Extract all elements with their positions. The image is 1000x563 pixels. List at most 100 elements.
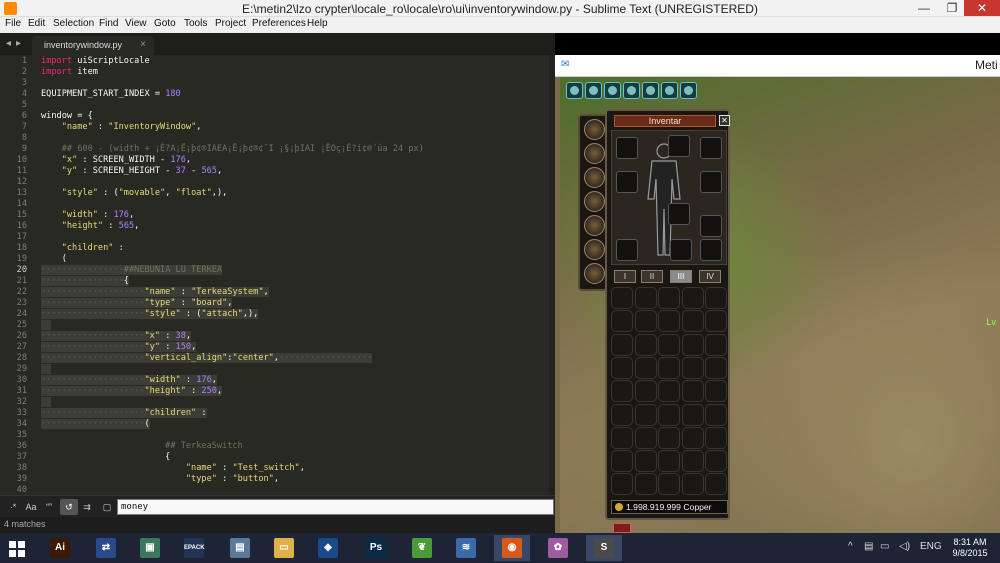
inventory-close-button[interactable]: ✕ (719, 115, 730, 126)
code-line[interactable]: ····················( (41, 419, 150, 430)
equip-slot[interactable] (670, 239, 692, 261)
inventory-slot[interactable] (705, 287, 727, 309)
menu-tools[interactable]: Tools (184, 18, 207, 29)
code-line[interactable]: ····················"style" : ("attach",… (41, 309, 259, 320)
code-line[interactable]: ····················"x" : 38, (41, 331, 192, 342)
inventory-slot[interactable] (705, 473, 727, 496)
taskbar-virtualbox[interactable]: ◈ (310, 535, 346, 561)
taskbar-firefox[interactable]: ◉ (494, 535, 530, 561)
code-line[interactable]: ····················"vertical_align":"ce… (41, 353, 373, 364)
skill-slot-icon[interactable] (661, 82, 678, 99)
menu-project[interactable]: Project (215, 18, 246, 29)
inventory-slot[interactable] (634, 473, 657, 496)
inventory-window[interactable]: Inventar ✕ I II III IV 1.998.919.999 Cop… (605, 109, 730, 520)
inventory-slot[interactable] (705, 310, 727, 333)
windows-start-icon[interactable] (9, 541, 25, 557)
skill-slot-icon[interactable] (623, 82, 640, 99)
inventory-slot[interactable] (681, 473, 704, 496)
inventory-slot[interactable] (634, 426, 657, 449)
taskbar-photoshop[interactable]: Ps (358, 535, 394, 561)
inventory-page-4[interactable]: IV (699, 270, 721, 283)
bag-icon[interactable] (584, 239, 605, 260)
inventory-slot[interactable] (611, 450, 633, 473)
code-line[interactable]: "name" : "InventoryWindow", (41, 122, 202, 133)
code-line[interactable] (41, 320, 52, 331)
case-sensitive-toggle[interactable]: Aa (22, 499, 40, 515)
inventory-slot[interactable] (681, 380, 704, 403)
code-line[interactable]: ····················"type" : "board", (41, 298, 233, 309)
taskbar-illustrator[interactable]: Ai (42, 535, 78, 561)
inventory-slot[interactable] (705, 426, 727, 449)
inventory-slot[interactable] (705, 356, 727, 379)
inventory-slot[interactable] (658, 287, 680, 309)
menu-help[interactable]: Help (307, 18, 328, 29)
inventory-slot[interactable] (658, 403, 680, 426)
equip-slot-special[interactable] (700, 239, 722, 261)
tab-nav-back-icon[interactable]: ◂ (6, 38, 11, 49)
code-line[interactable]: ····················"name" : "TerkeaSyst… (41, 287, 269, 298)
taskbar-app-generic[interactable]: ▣ (132, 535, 168, 561)
highlight-matches-toggle[interactable]: ▢ (98, 499, 116, 515)
skill-slot-icon[interactable] (680, 82, 697, 99)
skill-slot-icon[interactable] (642, 82, 659, 99)
taskbar-app-leaf[interactable]: ❦ (404, 535, 440, 561)
refresh-icon[interactable] (584, 167, 605, 188)
tab-close-icon[interactable]: × (140, 39, 146, 50)
taskbar-network-tool[interactable]: ⇄ (88, 535, 124, 561)
tray-network-icon[interactable]: ▭ (880, 541, 889, 552)
inventory-slot[interactable] (705, 450, 727, 473)
inventory-slot[interactable] (681, 426, 704, 449)
taskbar-file-explorer[interactable]: ▭ (266, 535, 302, 561)
inventory-page-3[interactable]: III (670, 270, 692, 283)
code-line[interactable]: { (41, 452, 170, 463)
menu-goto[interactable]: Goto (154, 18, 176, 29)
scroll-icon[interactable] (584, 119, 605, 140)
skill-slot-icon[interactable] (566, 82, 583, 99)
inventory-slot[interactable] (611, 380, 633, 403)
menu-find[interactable]: Find (99, 18, 118, 29)
taskbar-app-window[interactable]: ▤ (222, 535, 258, 561)
inventory-slot[interactable] (611, 287, 633, 309)
equip-slot[interactable] (700, 137, 722, 159)
inventory-slot[interactable] (681, 450, 704, 473)
inventory-slot[interactable] (611, 403, 633, 426)
code-line[interactable]: ## 600 - (width + ¡È?A¡Ë¡þ¢®IAEA¡Ë¡þ¢®¢¯… (41, 144, 424, 155)
menu-edit[interactable]: Edit (28, 18, 45, 29)
inventory-slot[interactable] (634, 287, 657, 309)
menu-file[interactable]: File (5, 18, 21, 29)
equip-slot[interactable] (616, 239, 638, 261)
inventory-slot[interactable] (658, 450, 680, 473)
inventory-slot[interactable] (611, 333, 633, 356)
inventory-slot[interactable] (634, 380, 657, 403)
menu-preferences[interactable]: Preferences (252, 18, 306, 29)
taskbar-sublime-text[interactable]: S (586, 535, 622, 561)
code-line[interactable]: "type" : "button", (41, 474, 279, 485)
code-line[interactable]: "height" : 565, (41, 221, 140, 232)
inventory-page-1[interactable]: I (614, 270, 636, 283)
clock[interactable]: 8:31 AM 9/8/2015 (946, 537, 994, 559)
code-line[interactable]: ····················"height" : 250, (41, 386, 223, 397)
inventory-slot[interactable] (705, 380, 727, 403)
inventory-slot[interactable] (705, 333, 727, 356)
code-line[interactable]: ····················"width" : 176, (41, 375, 217, 386)
whole-word-toggle[interactable]: “” (40, 499, 58, 515)
inventory-slot[interactable] (681, 310, 704, 333)
inventory-slot[interactable] (611, 473, 633, 496)
equip-slot[interactable] (700, 171, 722, 193)
code-editor[interactable]: ◂ ▸ inventorywindow.py × 1 import uiScrip… (0, 33, 555, 495)
menu-view[interactable]: View (125, 18, 147, 29)
inventory-slot[interactable] (634, 403, 657, 426)
taskbar-app-wave[interactable]: ≋ (448, 535, 484, 561)
inventory-slot[interactable] (681, 333, 704, 356)
inventory-slot[interactable] (611, 356, 633, 379)
maximize-button[interactable]: ❐ (938, 0, 966, 16)
close-button[interactable]: ✕ (964, 0, 1000, 16)
wrap-toggle[interactable]: ↺ (60, 499, 78, 515)
map-icon[interactable] (584, 143, 605, 164)
pet-icon[interactable] (613, 523, 631, 533)
equip-slot[interactable] (616, 171, 638, 193)
regex-toggle[interactable]: ·* (4, 499, 22, 515)
code-line[interactable]: "name" : "Test_switch", (41, 463, 305, 474)
equip-slot[interactable] (616, 137, 638, 159)
inventory-slot[interactable] (658, 310, 680, 333)
